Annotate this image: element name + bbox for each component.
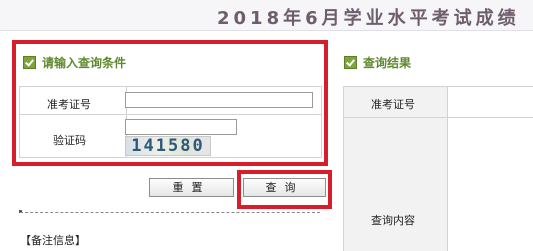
notes-label: 【备注信息】: [20, 234, 86, 247]
query-results-heading: 查询结果: [344, 54, 411, 71]
page-header: 2018年6月学业水平考试成绩: [0, 0, 533, 31]
table-divider: [447, 87, 448, 251]
table-divider: [20, 114, 321, 115]
captcha-input[interactable]: [125, 119, 237, 135]
dashed-divider: [20, 212, 320, 213]
check-icon: [344, 56, 357, 69]
result-exam-id-label: 准考证号: [371, 98, 415, 111]
query-button[interactable]: 查询: [243, 178, 326, 197]
query-results-heading-text: 查询结果: [363, 56, 412, 70]
result-content-label: 查询内容: [371, 214, 415, 227]
check-icon: [23, 56, 36, 69]
reset-button[interactable]: 重置: [149, 178, 234, 197]
table-divider: [344, 117, 533, 118]
exam-id-label: 准考证号: [47, 98, 91, 111]
exam-id-input[interactable]: [125, 92, 313, 108]
captcha-label: 验证码: [53, 134, 86, 147]
captcha-image[interactable]: 141580: [125, 136, 211, 156]
page-title: 2018年6月学业水平考试成绩: [217, 8, 520, 29]
query-conditions-heading: 请输入查询条件: [23, 54, 126, 71]
query-conditions-heading-text: 请输入查询条件: [42, 56, 127, 70]
